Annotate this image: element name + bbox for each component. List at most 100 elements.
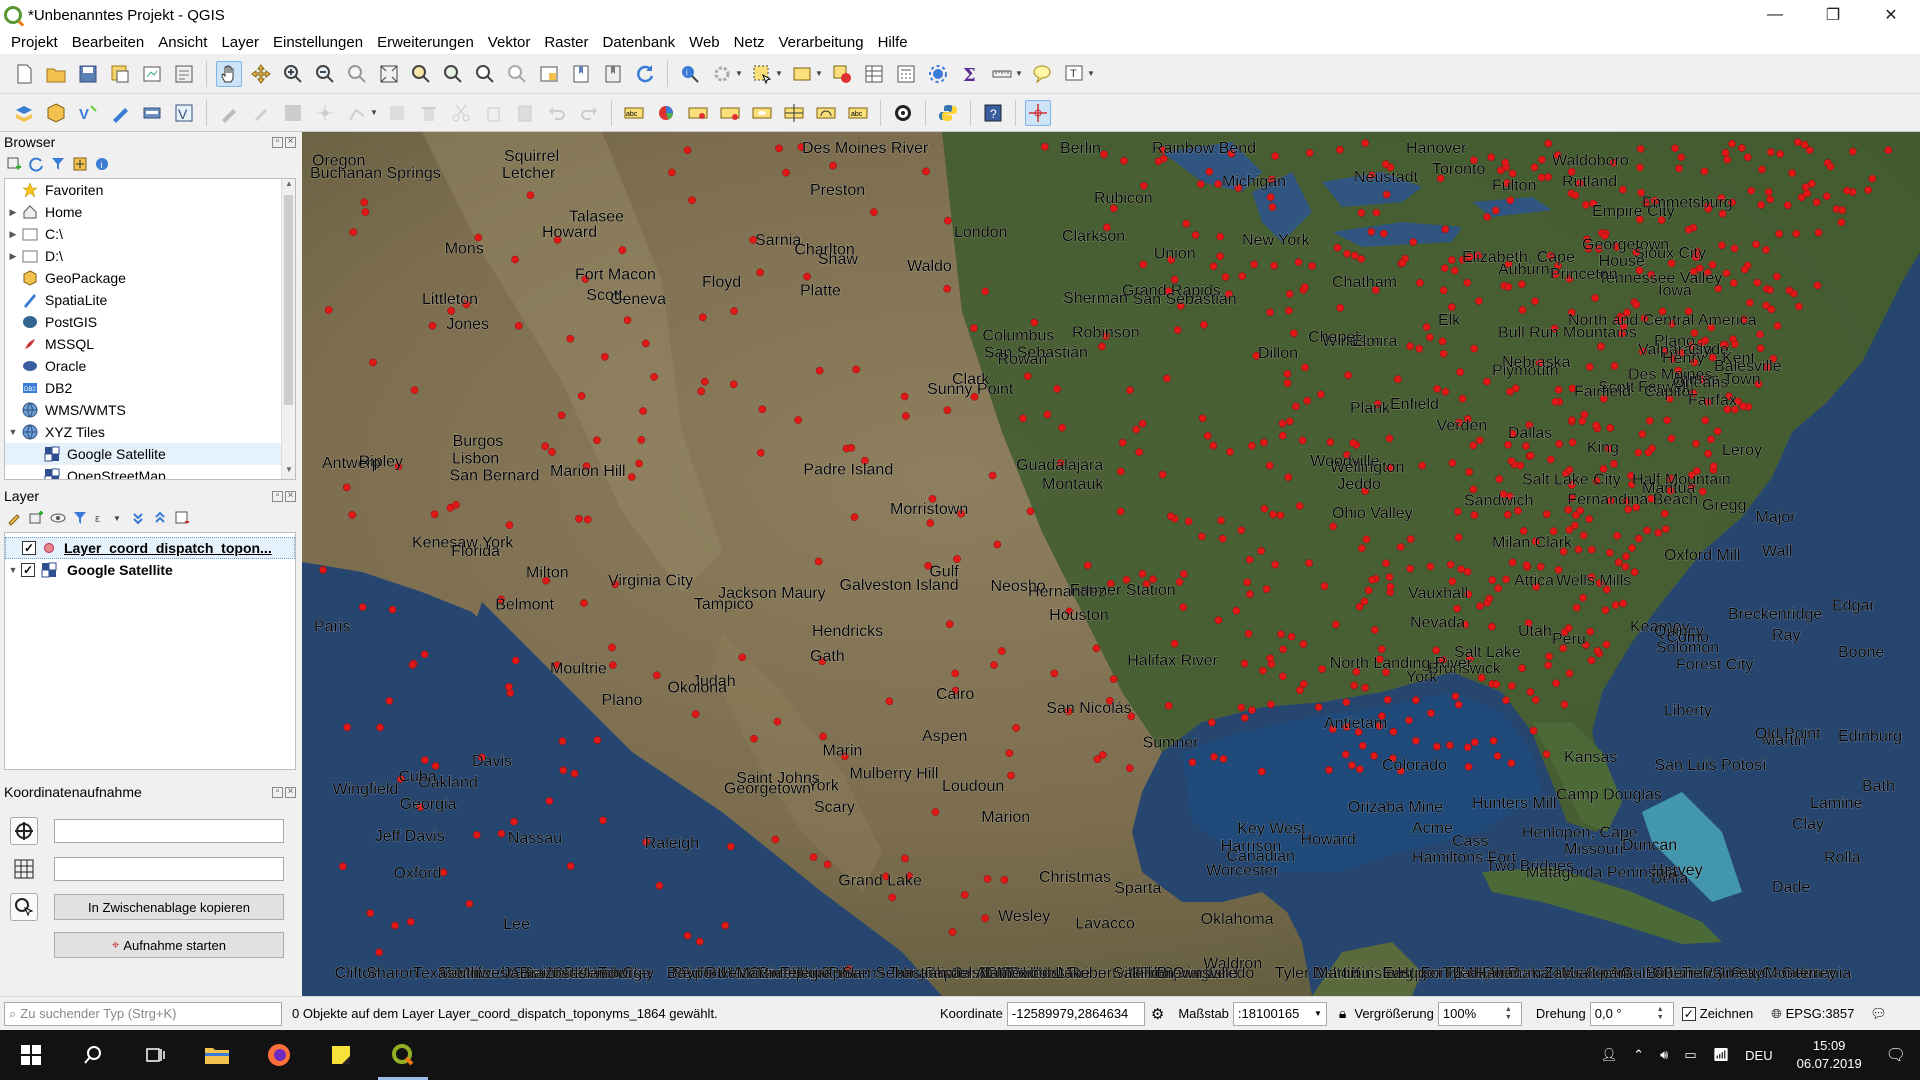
- menu-einstellungen[interactable]: Einstellungen: [266, 34, 370, 51]
- scrollbar-thumb[interactable]: [284, 195, 293, 405]
- toponym-point[interactable]: [1216, 252, 1224, 261]
- map-canvas[interactable]: Oregon Squirrel Des Moines River Berlin Rain…: [302, 132, 1920, 996]
- toponym-point[interactable]: [1632, 300, 1641, 309]
- add-group-icon[interactable]: [28, 510, 44, 526]
- toponym-point[interactable]: [1457, 565, 1465, 573]
- toponym-point[interactable]: [729, 380, 738, 389]
- toponym-point[interactable]: [1470, 738, 1479, 747]
- toponym-point[interactable]: [691, 710, 700, 718]
- toponym-point[interactable]: [635, 459, 643, 468]
- toponym-point[interactable]: [421, 756, 429, 764]
- toponym-point[interactable]: [1237, 526, 1246, 535]
- toponym-point[interactable]: [1284, 473, 1293, 482]
- toponym-point[interactable]: [1785, 286, 1794, 295]
- toponym-point[interactable]: [1538, 155, 1546, 164]
- toponym-point[interactable]: [1507, 759, 1516, 768]
- toponym-point[interactable]: [1296, 686, 1304, 695]
- menu-bearbeiten[interactable]: Bearbeiten: [65, 34, 152, 51]
- toponym-point[interactable]: [1485, 594, 1494, 603]
- toponym-point[interactable]: [1173, 326, 1182, 334]
- toponym-point[interactable]: [1544, 173, 1553, 181]
- toggle-editing-button[interactable]: [248, 100, 274, 126]
- toponym-point[interactable]: [1158, 470, 1167, 479]
- toponym-point[interactable]: [1317, 390, 1325, 399]
- menu-verarbeitung[interactable]: Verarbeitung: [772, 34, 871, 51]
- track-mouse-button[interactable]: [10, 893, 38, 921]
- toponym-point[interactable]: [1412, 736, 1420, 745]
- toponym-point[interactable]: [650, 373, 658, 381]
- toponym-point[interactable]: [1700, 167, 1709, 176]
- toponym-point[interactable]: [699, 313, 707, 322]
- toponym-point[interactable]: [1470, 344, 1478, 353]
- toponym-point[interactable]: [683, 146, 692, 155]
- browser-scrollbar[interactable]: ▲ ▼: [281, 179, 295, 479]
- new-project-button[interactable]: [11, 61, 37, 87]
- toponym-point[interactable]: [1135, 448, 1144, 457]
- menu-hilfe[interactable]: Hilfe: [871, 34, 915, 51]
- pan-to-selection-button[interactable]: [248, 61, 274, 87]
- toponym-point[interactable]: [668, 168, 676, 177]
- toponym-point[interactable]: [600, 352, 609, 361]
- toponym-point[interactable]: [1214, 180, 1223, 188]
- toponym-point[interactable]: [1000, 875, 1009, 884]
- copy-features-button[interactable]: [480, 100, 506, 126]
- toponym-point[interactable]: [1529, 726, 1538, 735]
- toponym-point[interactable]: [1299, 680, 1308, 688]
- toponym-point[interactable]: [360, 198, 369, 207]
- toponym-point[interactable]: [366, 909, 375, 917]
- toponym-point[interactable]: [809, 853, 818, 861]
- toponym-point[interactable]: [1767, 305, 1776, 314]
- refresh-button[interactable]: [632, 61, 658, 87]
- clock[interactable]: 15:09 06.07.2019: [1797, 1037, 1862, 1073]
- zoom-next-button[interactable]: [504, 61, 530, 87]
- toponym-point[interactable]: [324, 306, 333, 314]
- toponym-point[interactable]: [1040, 142, 1049, 151]
- browser-item-spatialite[interactable]: SpatiaLite: [5, 289, 295, 311]
- toponym-point[interactable]: [1636, 145, 1645, 153]
- print-layout-button[interactable]: [139, 61, 165, 87]
- toponym-point[interactable]: [391, 921, 399, 930]
- toponym-point[interactable]: [1593, 647, 1602, 655]
- toponym-point[interactable]: [1692, 439, 1700, 448]
- browser-item-oracle[interactable]: Oracle: [5, 355, 295, 377]
- toponym-point[interactable]: [1344, 371, 1353, 380]
- diagram-properties-button[interactable]: [653, 100, 679, 126]
- toponym-point[interactable]: [1560, 700, 1569, 709]
- toponym-point[interactable]: [1050, 669, 1059, 678]
- toponym-point[interactable]: [338, 862, 347, 871]
- toponym-point[interactable]: [1568, 416, 1576, 425]
- toponym-point[interactable]: [1012, 724, 1021, 732]
- toponym-point[interactable]: [1248, 706, 1256, 714]
- toponym-point[interactable]: [1266, 654, 1275, 663]
- collapse-all-icon[interactable]: [152, 510, 168, 526]
- toponym-point[interactable]: [1250, 260, 1258, 269]
- toponym-point[interactable]: [727, 842, 735, 851]
- toponym-point[interactable]: [1574, 545, 1583, 554]
- toponym-point[interactable]: [1191, 231, 1200, 239]
- labeling-button[interactable]: abc: [621, 100, 647, 126]
- toponym-point[interactable]: [990, 661, 998, 669]
- toponym-point[interactable]: [1386, 582, 1395, 591]
- toponym-point[interactable]: [1217, 516, 1225, 525]
- toponym-point[interactable]: [1488, 576, 1497, 584]
- current-edits-button[interactable]: [216, 100, 242, 126]
- toponym-point[interactable]: [1545, 652, 1553, 661]
- toponym-point[interactable]: [1406, 564, 1414, 573]
- save-edits-button[interactable]: [280, 100, 306, 126]
- toponym-point[interactable]: [1329, 522, 1337, 531]
- toponym-point[interactable]: [575, 515, 583, 523]
- measure-line-button[interactable]: [989, 61, 1015, 87]
- browser-item-favoriten[interactable]: Favoriten: [5, 179, 295, 201]
- coordinate-capture-button[interactable]: [1025, 99, 1051, 126]
- toponym-point[interactable]: [970, 324, 978, 332]
- toponym-point[interactable]: [1210, 752, 1218, 761]
- new-bookmark-button[interactable]: [568, 61, 594, 87]
- toponym-point[interactable]: [1730, 340, 1739, 348]
- toponym-point[interactable]: [511, 255, 519, 264]
- toponym-point[interactable]: [1343, 249, 1351, 258]
- toponym-point[interactable]: [1551, 397, 1560, 406]
- toponym-point[interactable]: [1283, 370, 1292, 378]
- toponym-point[interactable]: [1336, 303, 1345, 312]
- toponym-point[interactable]: [1463, 567, 1472, 576]
- toponym-point[interactable]: [1767, 148, 1775, 156]
